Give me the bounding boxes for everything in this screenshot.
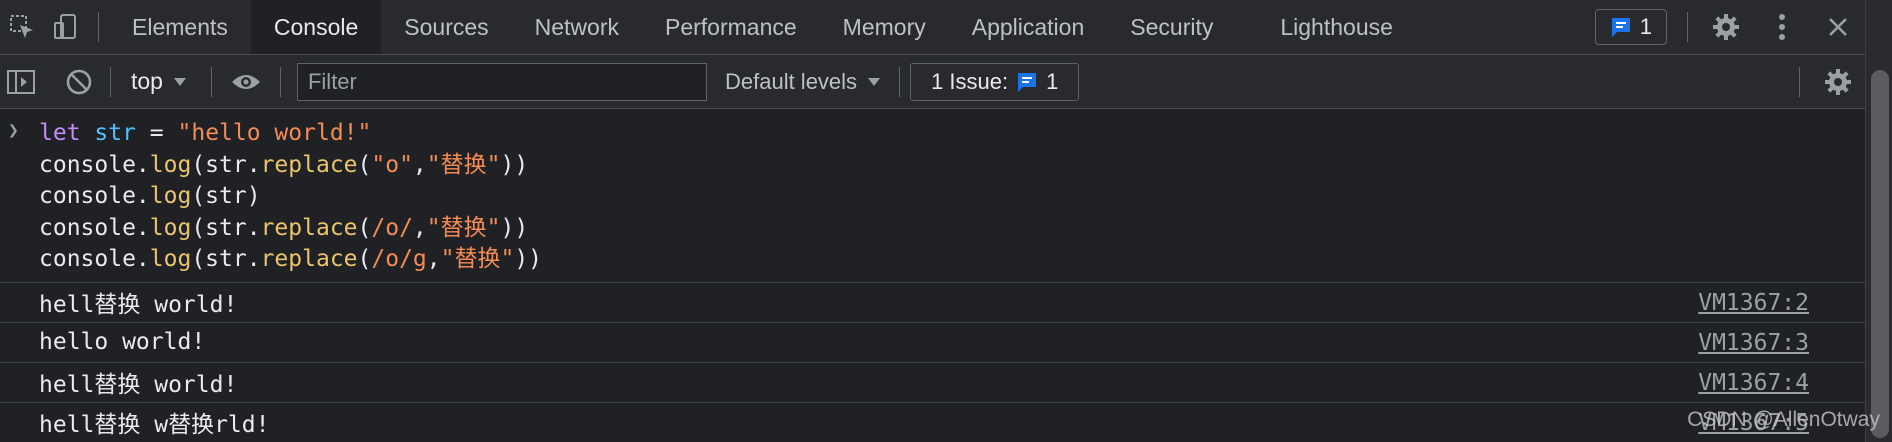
issues-button-count: 1 [1046, 68, 1059, 94]
dropdown-arrow-icon [868, 77, 881, 86]
code-text: (str. [191, 246, 261, 272]
output-text: hell替换 world! [39, 372, 238, 398]
code-string: "o" [371, 151, 413, 178]
code-function: replace [260, 151, 358, 178]
tab-application[interactable]: Application [949, 0, 1108, 54]
toolbar-divider [279, 66, 281, 97]
console-input-block: ❯ let str = "hello world!" console.log(s… [0, 109, 1866, 283]
code-variable: str [94, 120, 136, 146]
code-line: let str = "hello world!" [39, 118, 1866, 150]
code-line: console.log(str) [39, 181, 1866, 213]
code-text: ( [357, 151, 372, 178]
sidebar-toggle-icon[interactable] [0, 55, 42, 108]
issues-badge[interactable]: 1 [1594, 9, 1667, 45]
source-link[interactable]: VM1367:4 [1698, 370, 1809, 396]
log-levels-label: Default levels [724, 68, 858, 94]
console-output-row: hello world! VM1367:3 [0, 323, 1866, 363]
tab-network[interactable]: Network [512, 0, 642, 54]
code-text: , [412, 214, 427, 241]
code-text: , [426, 246, 441, 272]
code-text: , [412, 151, 427, 178]
source-link[interactable]: VM1367:3 [1698, 330, 1809, 356]
code-function: replace [260, 246, 358, 272]
console-messages: ❯ let str = "hello world!" console.log(s… [0, 109, 1866, 442]
toolbar-actions-right [1789, 55, 1866, 108]
code-string: "替换" [426, 214, 501, 241]
code-text: )) [500, 151, 529, 178]
code-keyword: let [39, 120, 81, 146]
code-regex: /o/g [371, 246, 427, 272]
code-line: console.log(str.replace(/o/g,"替换")) [39, 244, 1866, 276]
toolbar-divider [899, 66, 901, 97]
output-text: hell替换 w替换rld! [39, 412, 270, 438]
tab-security[interactable]: Security [1107, 0, 1236, 54]
code-text: (str) [191, 183, 261, 209]
console-settings-gear-icon[interactable] [1810, 55, 1866, 108]
clear-console-icon[interactable] [58, 55, 100, 108]
code-text: (str. [191, 151, 261, 178]
tab-lighthouse[interactable]: Lighthouse [1236, 0, 1416, 54]
code-line: console.log(str.replace("o","替换")) [39, 150, 1866, 182]
toolbar-divider [98, 12, 99, 42]
filter-input[interactable] [296, 62, 707, 101]
context-label: top [131, 68, 163, 94]
dropdown-arrow-icon [173, 77, 186, 86]
tab-memory[interactable]: Memory [820, 0, 949, 54]
scrollbar-thumb[interactable] [1871, 70, 1889, 438]
context-selector[interactable]: top [121, 68, 201, 95]
code-line: console.log(str.replace(/o/,"替换")) [39, 213, 1866, 245]
message-icon [1611, 18, 1630, 37]
source-link[interactable]: VM1367:2 [1698, 290, 1809, 316]
tab-console[interactable]: Console [250, 0, 382, 54]
code-text: )) [500, 214, 529, 241]
log-levels-dropdown[interactable]: Default levels [707, 69, 899, 95]
code-function: log [149, 214, 192, 241]
code-string: "替换" [440, 246, 515, 272]
toolbar-divider [210, 66, 212, 97]
inspect-element-icon[interactable] [0, 0, 44, 54]
console-output-row: hell替换 w替换rld! VM1367:5 [0, 403, 1866, 442]
code-text: ( [357, 246, 372, 272]
watermark: CSDN @AllenOtway [1687, 408, 1880, 431]
code-text: console. [39, 214, 150, 241]
issues-badge-count: 1 [1639, 14, 1652, 39]
code-string: "hello world!" [177, 120, 372, 146]
code-operator: = [135, 120, 178, 146]
tabbar-actions: 1 [1594, 0, 1866, 54]
console-output-row: hell替换 world! VM1367:2 [0, 283, 1866, 323]
console-output-row: hell替换 world! VM1367:4 [0, 363, 1866, 403]
live-expression-eye-icon[interactable] [222, 55, 270, 108]
code-function: log [149, 151, 192, 178]
tab-sources[interactable]: Sources [381, 0, 511, 54]
code-text: ( [357, 214, 372, 241]
device-toolbar-icon[interactable] [44, 0, 88, 54]
devtools-tab-bar: Elements Console Sources Network Perform… [0, 0, 1866, 55]
code-text: console. [39, 246, 150, 272]
more-options-icon[interactable] [1754, 0, 1810, 54]
code-text: console. [39, 183, 150, 209]
toolbar-divider [1799, 66, 1800, 97]
chevron-right-icon: ❯ [8, 120, 19, 141]
code-string: "替换" [426, 151, 501, 178]
issues-button[interactable]: 1 Issue: 1 [910, 62, 1080, 101]
settings-gear-icon[interactable] [1698, 0, 1754, 54]
tab-elements[interactable]: Elements [109, 0, 251, 54]
tab-performance[interactable]: Performance [642, 0, 820, 54]
code-function: replace [260, 214, 358, 241]
output-text: hello world! [39, 329, 206, 355]
code-text: (str. [191, 214, 261, 241]
code-text: console. [39, 151, 150, 178]
output-text: hell替换 world! [39, 292, 238, 318]
console-toolbar: top Default levels 1 Issue: 1 [0, 55, 1866, 109]
code-text: )) [514, 246, 543, 272]
code-function: log [149, 183, 192, 209]
toolbar-divider [110, 66, 111, 97]
scrollbar-track[interactable] [1865, 0, 1892, 442]
close-icon[interactable] [1810, 0, 1866, 54]
code-function: log [149, 246, 192, 272]
toolbar-divider [1687, 12, 1688, 42]
code-regex: /o/ [371, 214, 413, 241]
issues-button-label: 1 Issue: [931, 68, 1009, 94]
message-icon [1018, 72, 1037, 92]
